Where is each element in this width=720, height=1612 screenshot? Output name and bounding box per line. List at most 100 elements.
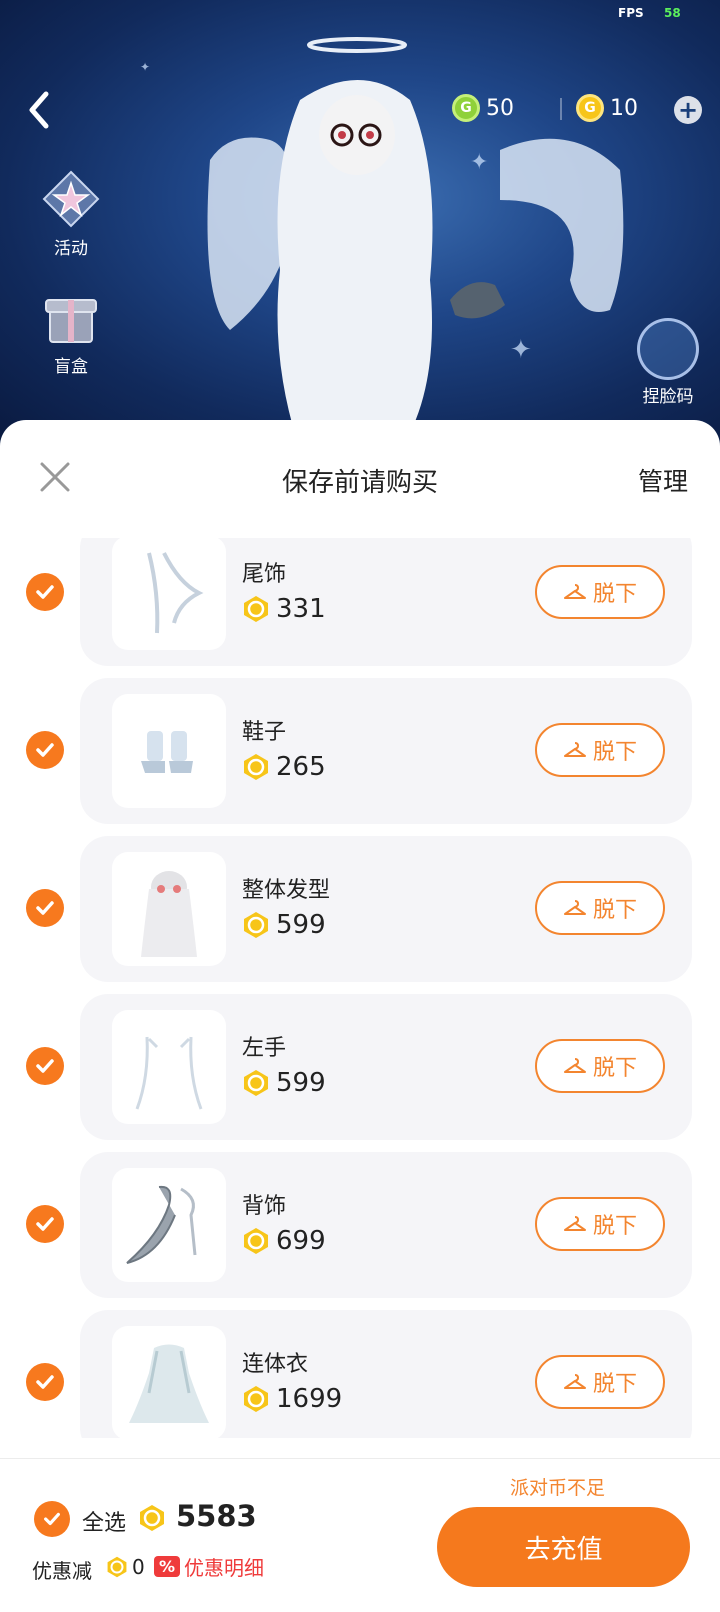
take-off-button[interactable]: 脱下 [535, 1039, 665, 1093]
take-off-label: 脱下 [592, 1214, 637, 1239]
item-thumbnail [112, 852, 226, 966]
item-price-value: 265 [276, 752, 326, 782]
item-price-value: 599 [276, 1068, 326, 1098]
fps-value: 58 [664, 6, 681, 20]
take-off-button[interactable]: 脱下 [535, 565, 665, 619]
item-checkbox[interactable] [26, 1205, 64, 1243]
item-name: 连体衣 [242, 1352, 309, 1377]
take-off-button[interactable]: 脱下 [535, 881, 665, 935]
item-name: 左手 [242, 1036, 287, 1061]
item-checkbox[interactable] [26, 1363, 64, 1401]
coin-icon [244, 1228, 268, 1254]
item-card: 整体发型 599 脱下 [80, 836, 692, 982]
hanger-icon [563, 584, 586, 599]
item-thumbnail [112, 1168, 226, 1282]
item-list[interactable]: 尾饰 331 脱下 鞋子 265 脱下 整体发型 599 脱下 左手 599 脱… [0, 538, 720, 1438]
item-thumbnail [112, 694, 226, 808]
item-price-value: 599 [276, 910, 326, 940]
insufficient-notice: 派对币不足 [510, 1477, 606, 1499]
coin-icon [244, 912, 268, 938]
take-off-label: 脱下 [592, 1056, 637, 1081]
green-currency: G 50 [452, 92, 514, 124]
list-item: 连体衣 1699 脱下 [0, 1310, 720, 1438]
green-coin-icon: G [452, 94, 480, 122]
take-off-button[interactable]: 脱下 [535, 723, 665, 777]
item-card: 鞋子 265 脱下 [80, 678, 692, 824]
item-price: 699 [242, 1226, 326, 1256]
coin-icon [244, 1070, 268, 1096]
hanger-icon [563, 1058, 586, 1073]
purchase-sheet: 保存前请购买 管理 尾饰 331 脱下 鞋子 265 脱下 整体发型 599 脱… [0, 420, 720, 1612]
hanger-icon [563, 1216, 586, 1231]
item-price: 599 [242, 1068, 326, 1098]
side-button-blindbox-label: 盲盒 [54, 357, 88, 377]
game-scene: ✦ ✦ ✦ ✦ ✦ FPS 58 G 50 G 10 + 活动 [0, 0, 720, 440]
take-off-label: 脱下 [592, 1372, 637, 1397]
discount-tag-icon: % [154, 1555, 181, 1577]
take-off-button[interactable]: 脱下 [535, 1355, 665, 1409]
coin-icon [244, 596, 268, 622]
green-currency-value: 50 [486, 95, 514, 121]
take-off-label: 脱下 [592, 740, 637, 765]
sheet-title: 保存前请购买 [281, 468, 438, 498]
list-item: 鞋子 265 脱下 [0, 678, 720, 824]
face-code-icon [637, 318, 699, 380]
item-price: 331 [242, 594, 326, 624]
item-thumbnail [112, 1326, 226, 1438]
total-price: 5583 [176, 1499, 257, 1533]
item-checkbox[interactable] [26, 731, 64, 769]
take-off-button[interactable]: 脱下 [535, 1197, 665, 1251]
item-card: 左手 599 脱下 [80, 994, 692, 1140]
item-card: 背饰 699 脱下 [80, 1152, 692, 1298]
coin-icon [244, 1386, 268, 1412]
hanger-icon [563, 742, 586, 757]
coin-icon [140, 1505, 164, 1531]
item-name: 尾饰 [242, 562, 287, 587]
item-price-value: 331 [276, 594, 326, 624]
character-avatar[interactable] [170, 30, 630, 440]
discount-value: 0 [132, 1555, 145, 1579]
take-off-label: 脱下 [592, 582, 637, 607]
star-decoration: ✦ [140, 60, 151, 74]
face-code-button[interactable]: 捏脸码 [628, 318, 708, 407]
currency-divider [560, 98, 562, 120]
item-price-value: 1699 [276, 1384, 343, 1414]
item-name: 鞋子 [242, 720, 287, 745]
select-all-checkbox[interactable] [34, 1501, 70, 1537]
list-item: 尾饰 331 脱下 [0, 538, 720, 666]
list-item: 背饰 699 脱下 [0, 1152, 720, 1298]
sheet-header: 保存前请购买 管理 [0, 420, 720, 530]
coin-icon [107, 1556, 127, 1578]
item-price: 265 [242, 752, 326, 782]
purchase-footer: 全选 5583 优惠减 0 % 优惠明细 派对币不足 去充值 [0, 1458, 720, 1612]
item-thumbnail [112, 1010, 226, 1124]
side-button-activity[interactable]: 活动 [36, 168, 106, 259]
side-button-activity-label: 活动 [54, 239, 88, 259]
take-off-label: 脱下 [592, 898, 637, 923]
add-currency-button[interactable]: + [674, 96, 702, 124]
item-checkbox[interactable] [26, 889, 64, 927]
item-card: 尾饰 331 脱下 [80, 538, 692, 666]
item-checkbox[interactable] [26, 573, 64, 611]
item-price: 599 [242, 910, 326, 940]
gold-coin-icon: G [576, 94, 604, 122]
discount-detail-link[interactable]: % 优惠明细 [154, 1551, 264, 1581]
gold-currency: G 10 [576, 92, 638, 124]
discount-label: 优惠减 [32, 1559, 92, 1583]
recharge-button[interactable]: 去充值 [437, 1507, 690, 1587]
hanger-icon [563, 900, 586, 915]
hanger-icon [563, 1374, 586, 1389]
item-price-value: 699 [276, 1226, 326, 1256]
discount-detail-label: 优惠明细 [184, 1555, 265, 1580]
manage-button[interactable]: 管理 [638, 462, 688, 498]
item-checkbox[interactable] [26, 1047, 64, 1085]
back-arrow-icon[interactable] [22, 88, 58, 132]
side-button-blindbox[interactable]: 盲盒 [36, 286, 106, 377]
item-card: 连体衣 1699 脱下 [80, 1310, 692, 1438]
item-thumbnail [112, 538, 226, 650]
gold-currency-value: 10 [610, 95, 638, 121]
list-item: 整体发型 599 脱下 [0, 836, 720, 982]
fps-label: FPS [618, 6, 644, 20]
select-all-label[interactable]: 全选 [82, 1505, 126, 1537]
list-item: 左手 599 脱下 [0, 994, 720, 1140]
